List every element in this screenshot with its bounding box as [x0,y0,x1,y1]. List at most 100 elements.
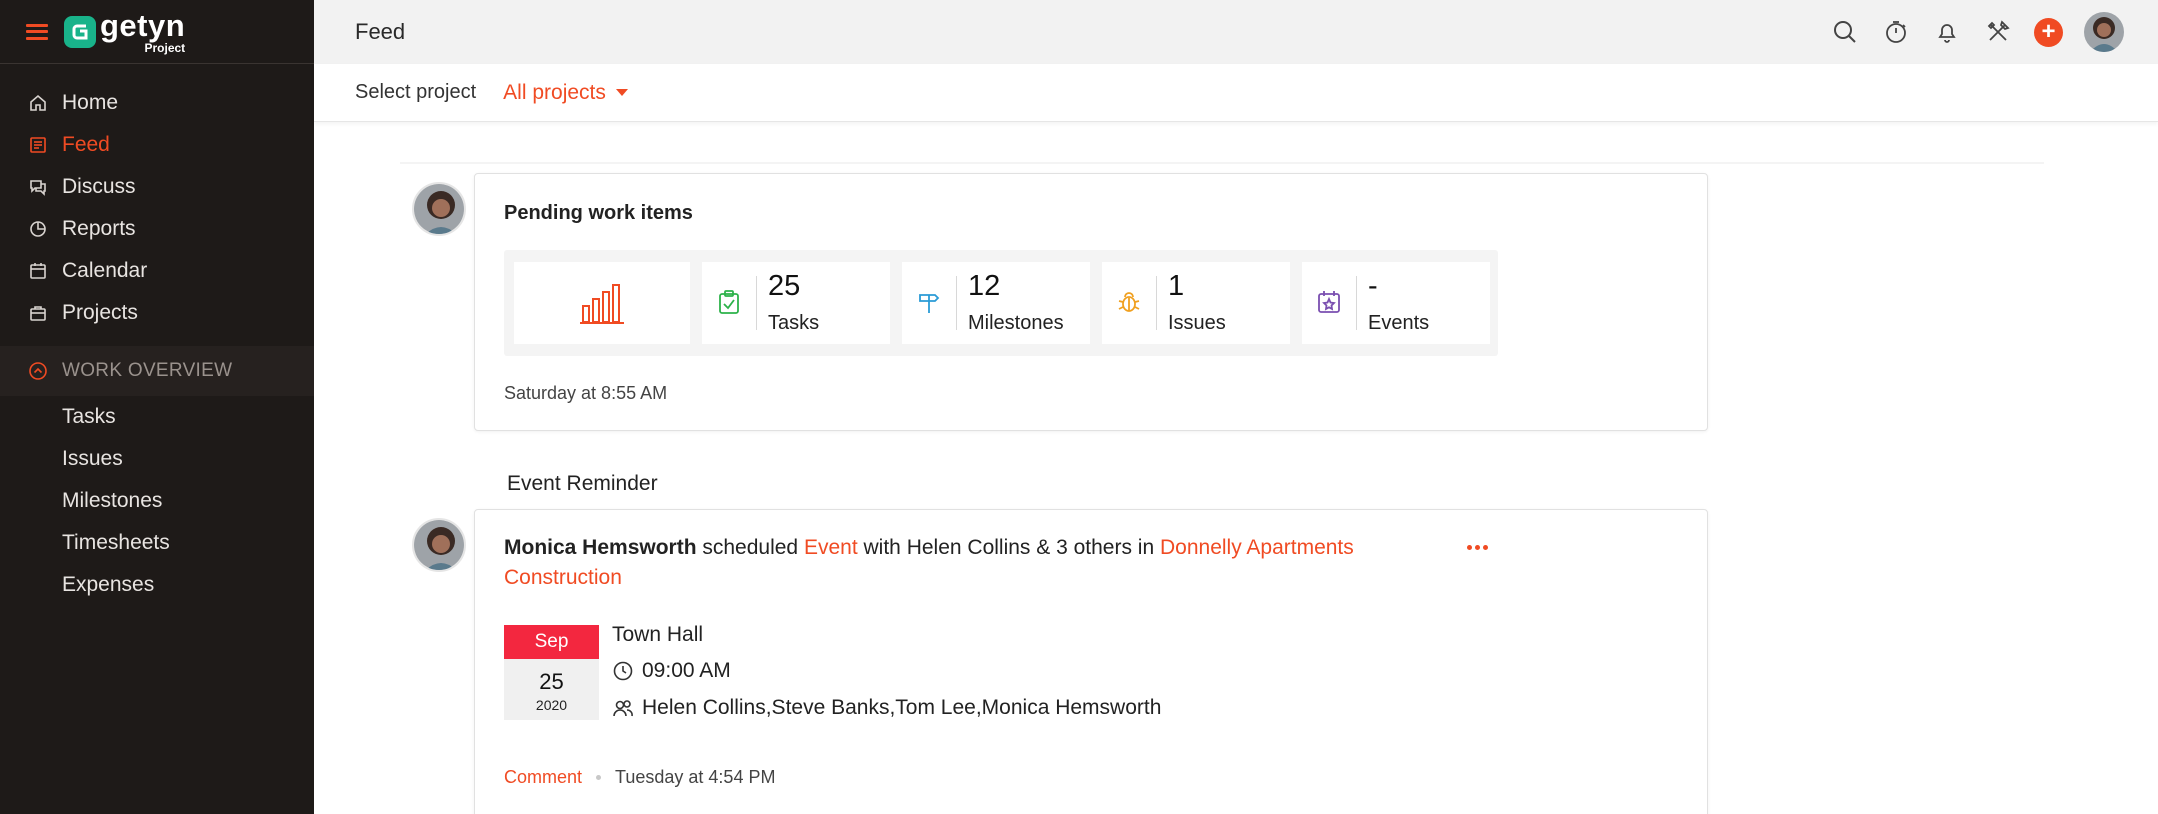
sidebar-item-calendar[interactable]: Calendar [0,250,314,292]
event-text: with Helen Collins & 3 others in [863,536,1155,559]
stat-divider [956,276,957,330]
event-day: 25 [539,669,564,694]
bell-icon[interactable] [1932,17,1962,47]
top-bar: Feed + [314,0,2158,64]
projects-icon [28,303,48,323]
sidebar-item-expenses[interactable]: Expenses [0,564,314,606]
reports-icon [28,219,48,239]
pending-work-card: Pending work items 25 Tasks 12 Milestone… [474,173,1708,431]
stats-chart-tile[interactable] [514,262,690,344]
discuss-icon [28,177,48,197]
stat-label: Events [1368,312,1430,334]
avatar[interactable] [412,518,466,572]
event-card: Monica Hemsworth scheduled Event with He… [474,509,1708,814]
stat-label: Tasks [768,312,820,334]
sidebar-item-home[interactable]: Home [0,82,314,124]
event-user-link[interactable]: Monica Hemsworth [504,536,697,559]
stat-value: - [1368,270,1378,302]
event-time: 09:00 AM [642,659,731,682]
feed-icon [28,135,48,155]
top-actions: + [1809,12,2124,52]
event-posted-time: Tuesday at 4:54 PM [615,767,776,787]
sidebar-item-milestones[interactable]: Milestones [0,480,314,522]
logo-icon [64,15,96,48]
stat-divider [756,276,757,330]
stat-label: Issues [1168,312,1226,334]
work-overview-label: WORK OVERVIEW [62,360,233,381]
pending-title: Pending work items [504,202,693,224]
event-time-row: 09:00 AM [612,659,731,683]
brand-name: getyn [100,7,186,43]
pending-timestamp: Saturday at 8:55 AM [504,383,668,403]
pending-stats: 25 Tasks 12 Milestones 1 Issues - Events [504,250,1498,356]
clock-icon [613,661,633,681]
sidebar-item-projects[interactable]: Projects [0,292,314,334]
sidebar-item-tasks[interactable]: Tasks [0,396,314,438]
caret-down-icon [615,89,628,96]
event-reminder-heading: Event Reminder [507,472,658,495]
stat-issues[interactable]: 1 Issues [1102,262,1290,344]
calendar-icon [28,261,48,281]
stat-events[interactable]: - Events [1302,262,1490,344]
home-icon [28,93,48,113]
event-type-link[interactable]: Event [804,536,858,559]
sidebar-item-label: Calendar [62,259,148,282]
user-avatar[interactable] [2084,12,2124,52]
comment-link[interactable]: Comment [504,767,582,788]
stat-divider [1156,276,1157,330]
project-selector-bar: Select project All projects [314,64,2158,122]
stat-value: 12 [968,270,1001,302]
milestone-signpost-icon [919,294,940,313]
stat-divider [1356,276,1357,330]
stat-label: Milestones [968,312,1064,334]
event-calendar-icon [1318,291,1340,313]
sidebar: getyn Project Home Feed Discuss Reports … [0,0,314,814]
tools-icon[interactable] [1983,17,2013,47]
page-title: Feed [355,19,406,44]
timer-icon[interactable] [1881,17,1911,47]
chevron-up-circle-icon [28,361,48,381]
event-headline: Monica Hemsworth scheduled Event with He… [504,533,1384,593]
task-clipboard-icon [719,290,739,314]
event-date-badge: Sep 25 2020 [504,625,599,720]
avatar[interactable] [412,182,466,236]
sidebar-item-timesheets[interactable]: Timesheets [0,522,314,564]
sidebar-item-label: Home [62,91,119,114]
stat-milestones[interactable]: 12 Milestones [902,262,1090,344]
event-text: scheduled [702,536,799,559]
event-title[interactable]: Town Hall [612,623,703,647]
brand-sub: Project [144,40,186,55]
event-month: Sep [504,625,599,659]
logo-wordmark[interactable]: getyn Project [100,10,185,54]
users-icon [613,700,633,717]
add-new-button[interactable]: + [2034,17,2063,47]
sidebar-item-label: Projects [62,301,138,324]
event-attendees-row: Helen Collins,Steve Banks,Tom Lee,Monica… [612,696,1161,720]
stat-value: 1 [1168,270,1185,302]
sidebar-item-label: Discuss [62,175,136,198]
hamburger-menu-icon[interactable] [26,23,48,40]
main-nav: Home Feed Discuss Reports Calendar Proje… [0,64,314,606]
project-dropdown-value: All projects [503,80,606,104]
divider [400,162,2044,164]
sidebar-item-feed[interactable]: Feed [0,124,314,166]
search-icon[interactable] [1830,17,1860,47]
sidebar-item-issues[interactable]: Issues [0,438,314,480]
stat-value: 25 [768,270,801,302]
event-year: 2020 [535,697,568,713]
sidebar-item-label: Feed [62,133,110,156]
work-overview-toggle[interactable]: WORK OVERVIEW [0,346,314,396]
bar-chart-icon [580,284,624,324]
sidebar-item-discuss[interactable]: Discuss [0,166,314,208]
project-dropdown[interactable]: All projects [503,81,628,105]
sidebar-item-label: Reports [62,217,136,240]
bug-icon [1118,292,1140,312]
stat-tasks[interactable]: 25 Tasks [702,262,890,344]
sidebar-item-reports[interactable]: Reports [0,208,314,250]
separator-dot [596,775,602,780]
brand-bar: getyn Project [0,0,314,64]
select-project-label: Select project [355,81,477,103]
event-attendees: Helen Collins,Steve Banks,Tom Lee,Monica… [642,696,1162,719]
event-footer: Comment Tuesday at 4:54 PM [504,767,775,788]
more-options-icon[interactable] [1467,545,1491,550]
